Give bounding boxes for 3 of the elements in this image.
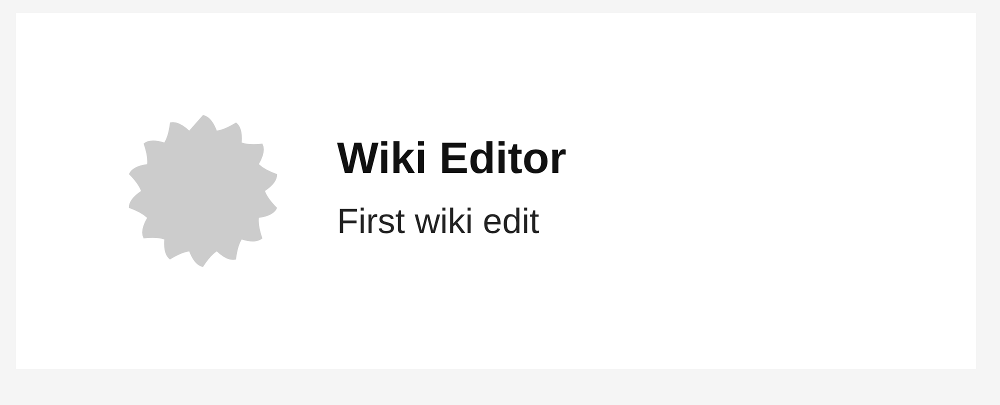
badge-icon xyxy=(126,114,280,268)
badge-title: Wiki Editor xyxy=(337,132,566,185)
badge-description: First wiki edit xyxy=(337,200,540,243)
